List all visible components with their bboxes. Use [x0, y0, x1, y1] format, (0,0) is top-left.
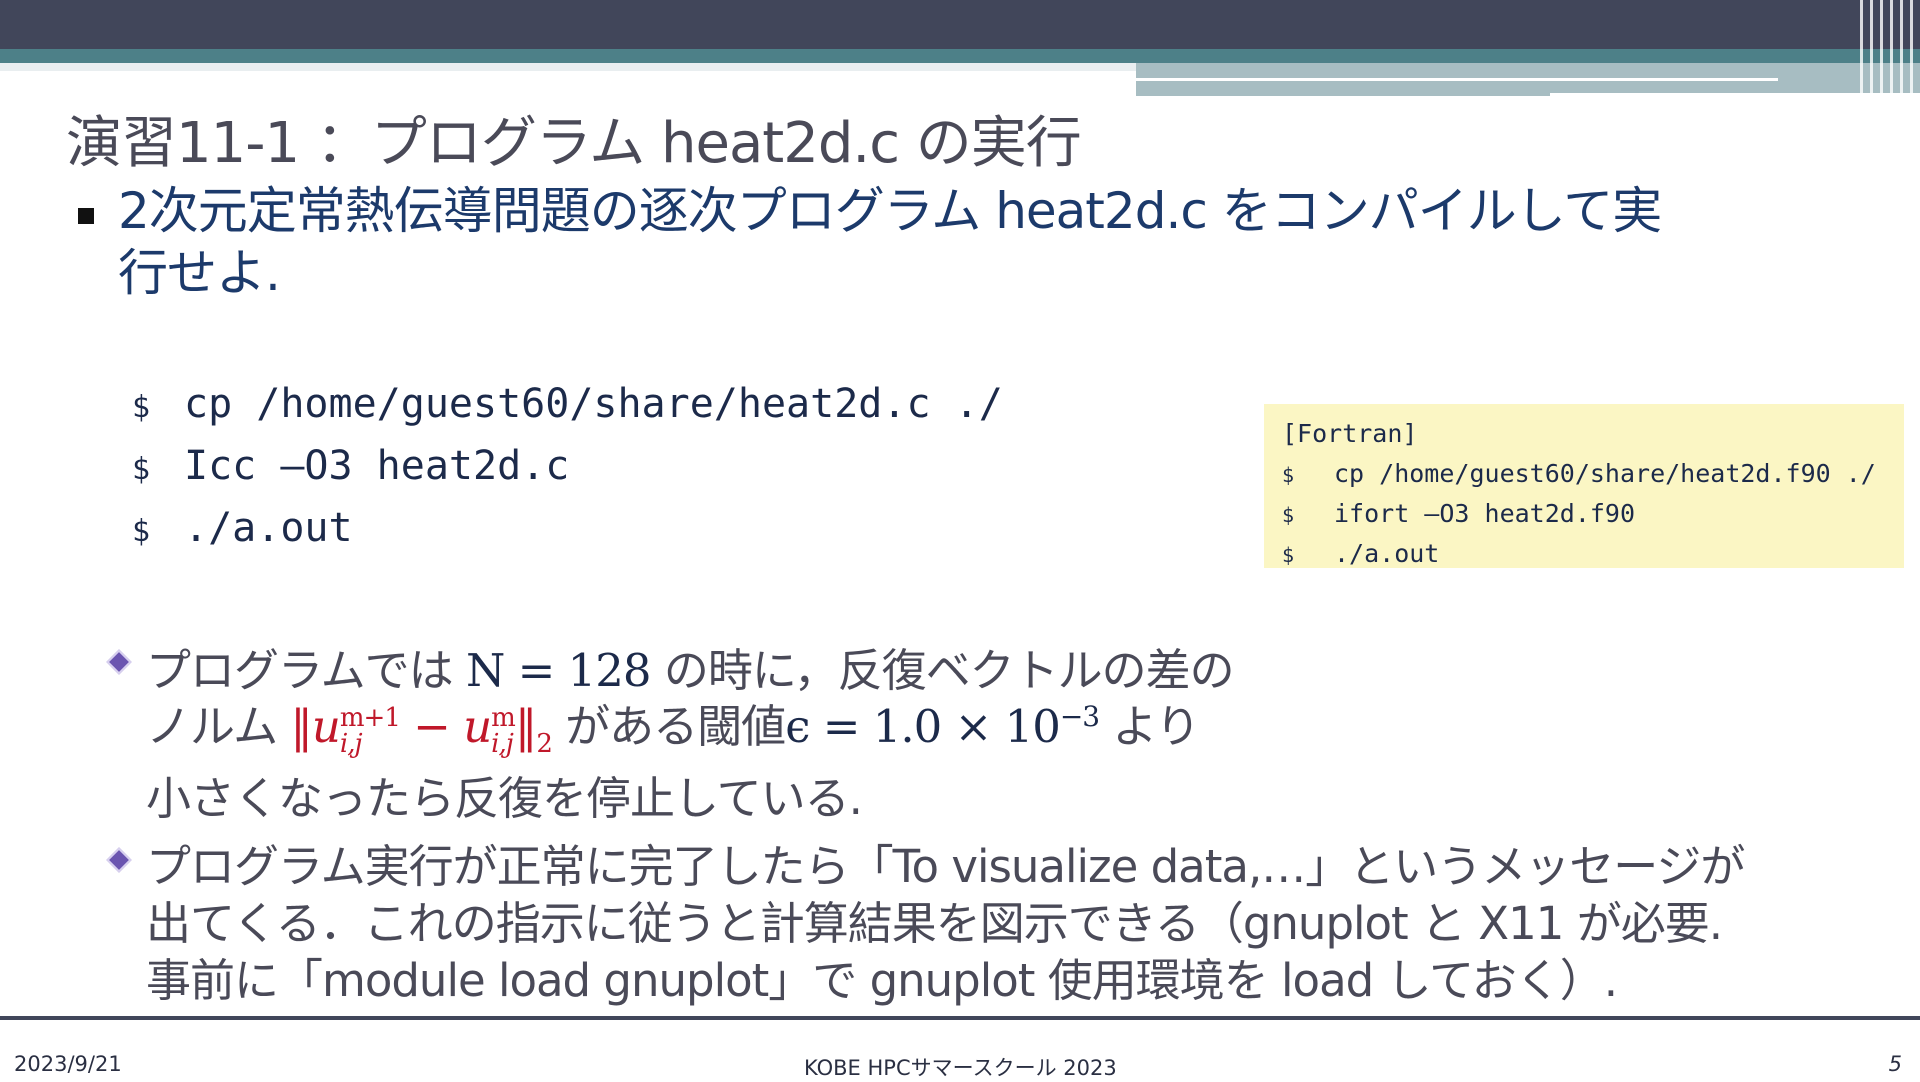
command-line: $ Icc –O3 heat2d.c	[132, 443, 569, 489]
math-part: ‖u	[290, 700, 340, 753]
text-span: より	[1099, 700, 1200, 753]
fortran-command: $ ./a.out	[1282, 534, 1904, 574]
sub-bullet-line: プログラム実行が正常に完了したら「To visualize data,…」という…	[146, 840, 1745, 893]
fortran-command: $ cp /home/guest60/share/heat2d.f90 ./	[1282, 454, 1904, 494]
footer-rule	[0, 1016, 1920, 1020]
command-code: cp /home/guest60/share/heat2d.f90 ./	[1334, 459, 1876, 488]
diamond-bullet-icon	[106, 847, 132, 873]
math-part: − u	[399, 700, 492, 753]
text-span: ノルム	[146, 700, 291, 753]
threshold-expression: ϵ = 1.0 × 10−3	[785, 700, 1100, 753]
header-accent-band	[0, 49, 1920, 63]
command-code: ./a.out	[184, 505, 353, 551]
header-strip	[0, 63, 1136, 71]
subscript: i,j	[339, 728, 363, 759]
sub-bullet-line: ノルム ‖u m+1 i,j − u m i,j ‖2 がある閾値ϵ = 1.0 × 10…	[146, 690, 1201, 759]
norm-expression: ‖u m+1 i,j − u m i,j ‖2	[290, 700, 552, 759]
prompt-symbol: $	[132, 514, 151, 549]
prompt-symbol: $	[1282, 543, 1295, 567]
sub-bullet-line: 出てくる．これの指示に従うと計算結果を図示できる（gnuplot と X11 が…	[146, 897, 1723, 950]
sub-bullet-line: 小さくなったら反復を停止している.	[146, 772, 863, 825]
page-number: 5	[1888, 1052, 1902, 1076]
command-code: ifort –O3 heat2d.f90	[1334, 499, 1636, 528]
header-stripes-decoration	[1860, 0, 1920, 96]
slide-title: 演習11-1 ：プログラム heat2d.c の実行	[66, 111, 1082, 176]
footer-date: 2023/9/21	[14, 1052, 122, 1076]
main-bullet-line: 行せよ.	[118, 244, 281, 302]
fortran-box: [Fortran] $ cp /home/guest60/share/heat2d…	[1264, 404, 1904, 568]
diamond-bullet-icon	[106, 649, 132, 675]
command-code: ./a.out	[1334, 539, 1440, 568]
prompt-symbol: $	[132, 452, 151, 487]
subscript: i,j	[491, 728, 514, 759]
command-code: Icc –O3 heat2d.c	[184, 443, 570, 489]
main-bullet-text: 2次元定常熱伝導問題の逐次プログラム heat2d.c をコンパイルして実 行せ…	[118, 180, 1858, 304]
command-code: cp /home/guest60/share/heat2d.c ./	[184, 381, 1003, 427]
math-part: ϵ = 1.0 × 10	[785, 700, 1061, 753]
fortran-heading: [Fortran]	[1282, 419, 1418, 448]
command-line: $ ./a.out	[132, 505, 353, 551]
prompt-symbol: $	[1282, 503, 1295, 527]
square-bullet-icon	[78, 208, 94, 224]
prompt-symbol: $	[1282, 463, 1295, 487]
subscript: 2	[536, 729, 553, 759]
header-rule	[1136, 78, 1778, 81]
sub-bullet-line: 事前に「module load gnuplot」で gnuplot 使用環境を …	[146, 954, 1618, 1007]
superscript: m+1	[339, 702, 401, 733]
prompt-symbol: $	[132, 390, 151, 425]
text-span: がある閾値	[551, 700, 786, 753]
main-bullet-line: 2次元定常熱伝導問題の逐次プログラム heat2d.c をコンパイルして実	[118, 182, 1662, 240]
command-line: $ cp /home/guest60/share/heat2d.c ./	[132, 381, 1003, 427]
superscript: −3	[1059, 700, 1100, 733]
math-part: ‖	[514, 700, 537, 753]
fortran-command: $ ifort –O3 heat2d.f90	[1282, 494, 1904, 534]
footer-event: KOBE HPCサマースクール 2023	[804, 1056, 1117, 1080]
header-band	[0, 0, 1920, 49]
superscript: m	[491, 702, 516, 733]
